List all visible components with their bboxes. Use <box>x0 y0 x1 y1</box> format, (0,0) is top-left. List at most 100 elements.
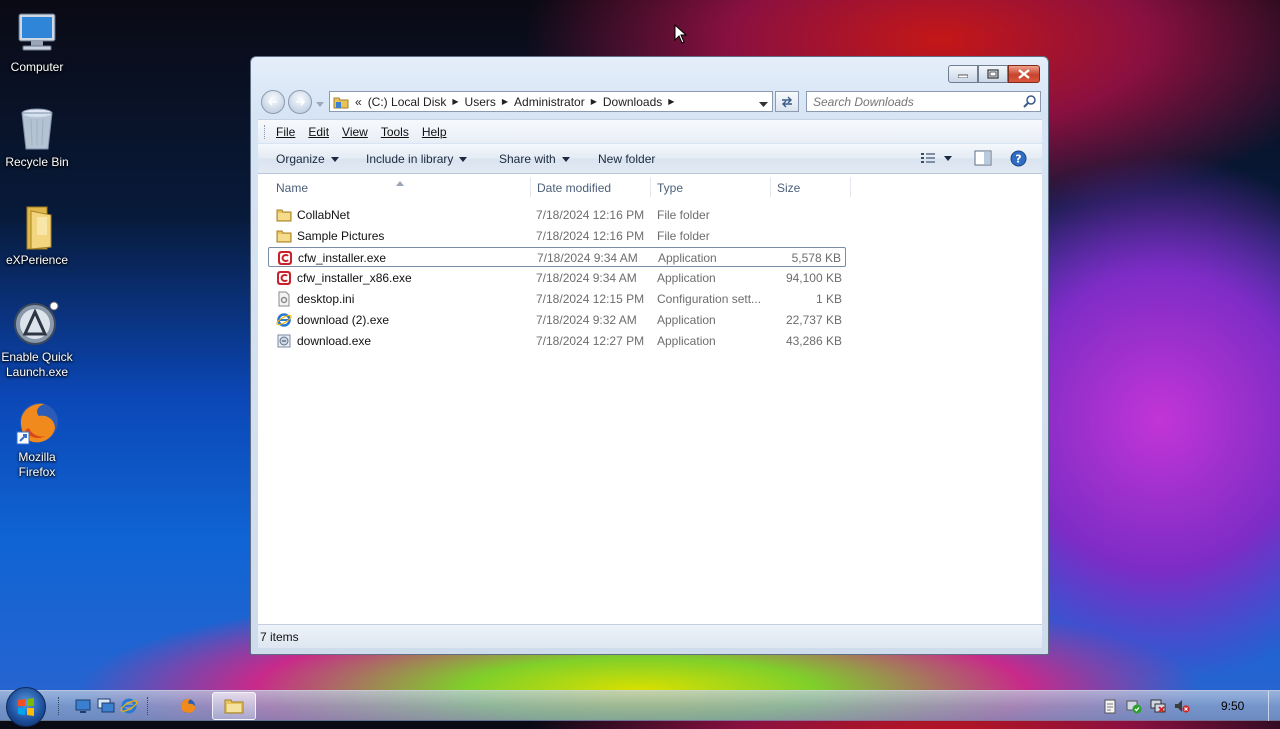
explorer-window[interactable]: « (C:) Local Disk ▶ Users ▶ Administrato… <box>250 56 1049 655</box>
column-header-type[interactable]: Type <box>657 181 683 195</box>
include-in-library-label: Include in library <box>366 152 454 166</box>
menu-bar: File Edit View Tools Help <box>258 119 1042 143</box>
organize-button[interactable]: Organize <box>276 152 339 166</box>
share-with-label: Share with <box>499 152 556 166</box>
file-date-modified: 7/18/2024 12:16 PM <box>536 229 645 243</box>
search-input[interactable] <box>813 93 1013 110</box>
help-icon: ? <box>1010 150 1027 167</box>
network-tray-icon[interactable] <box>1150 698 1166 714</box>
column-headers: Name Date modified Type Size <box>258 174 1042 200</box>
forward-button[interactable] <box>288 90 312 114</box>
desktop-icon-label: Firefox <box>18 465 56 479</box>
chevron-down-icon <box>459 156 468 162</box>
svg-text:?: ? <box>1015 153 1021 166</box>
file-size: 5,578 KB <box>791 251 841 265</box>
desktop-icon-enable-quick-launch[interactable]: Enable Quick Launch.exe <box>0 300 74 380</box>
show-desktop-icon[interactable] <box>74 697 92 715</box>
file-row[interactable]: download.exe 7/18/2024 12:27 PM Applicatio… <box>268 331 846 351</box>
breadcrumb-administrator[interactable]: Administrator <box>514 95 585 109</box>
preview-pane-button[interactable] <box>974 150 992 166</box>
back-button[interactable] <box>261 90 285 114</box>
chevron-down-icon <box>944 155 952 161</box>
breadcrumb-chevron-icon[interactable]: ▶ <box>452 97 458 106</box>
file-type: Application <box>657 334 716 348</box>
file-date-modified: 7/18/2024 12:27 PM <box>536 334 645 348</box>
breadcrumb-chevron-icon[interactable]: ▶ <box>591 97 597 106</box>
maximize-button[interactable] <box>978 65 1008 83</box>
menu-tools[interactable]: Tools <box>381 125 409 139</box>
help-button[interactable]: ? <box>1010 150 1027 167</box>
search-icon[interactable] <box>1023 95 1036 111</box>
file-size: 94,100 KB <box>785 271 842 285</box>
folder-icon <box>333 97 349 108</box>
address-history-dropdown[interactable] <box>759 97 768 111</box>
file-row[interactable]: cfw_installer.exe 7/18/2024 9:34 AM Applic… <box>268 247 846 267</box>
file-size: 43,286 KB <box>785 334 842 348</box>
recycle-bin-icon <box>13 105 61 153</box>
taskbar-clock[interactable]: 9:50 <box>1221 699 1244 713</box>
desktop-icon-computer[interactable]: Computer <box>0 10 74 75</box>
file-name: cfw_installer_x86.exe <box>297 271 412 285</box>
volume-muted-icon[interactable] <box>1174 698 1190 714</box>
details-view-icon <box>921 153 935 163</box>
breadcrumb-downloads[interactable]: Downloads <box>603 95 662 109</box>
file-row[interactable]: download (2).exe 7/18/2024 9:32 AM Applica… <box>268 310 846 330</box>
file-type: Application <box>657 313 716 327</box>
ie-app-icon <box>276 312 292 328</box>
internet-explorer-icon[interactable] <box>120 697 138 715</box>
breadcrumb-users[interactable]: Users <box>465 95 496 109</box>
minimize-button[interactable] <box>948 65 978 83</box>
file-list[interactable]: Name Date modified Type Size CollabNet 7/… <box>258 174 1042 624</box>
forward-arrow-icon <box>296 98 306 106</box>
file-row[interactable]: Sample Pictures 7/18/2024 12:16 PM File fo… <box>268 226 846 246</box>
search-box[interactable] <box>806 91 1041 112</box>
windows-logo-icon <box>18 698 34 716</box>
item-count: 7 items <box>260 630 299 644</box>
desktop-icon-label: Launch.exe <box>5 365 69 379</box>
address-overflow[interactable]: « <box>355 95 362 109</box>
menu-file[interactable]: File <box>276 125 295 139</box>
file-row[interactable]: cfw_installer_x86.exe 7/18/2024 9:34 AM Ap… <box>268 268 846 288</box>
folder-icon <box>276 207 292 223</box>
address-bar[interactable]: « (C:) Local Disk ▶ Users ▶ Administrato… <box>329 91 773 112</box>
column-header-name[interactable]: Name <box>276 181 308 195</box>
menu-edit[interactable]: Edit <box>308 125 329 139</box>
column-header-size[interactable]: Size <box>777 181 800 195</box>
start-button[interactable] <box>6 687 46 727</box>
desktop-icon-experience[interactable]: eXPerience <box>0 203 74 268</box>
refresh-icon <box>782 96 792 107</box>
breadcrumb-local-disk[interactable]: (C:) Local Disk <box>368 95 447 109</box>
setup-app-icon <box>276 333 292 349</box>
file-row[interactable]: desktop.ini 7/18/2024 12:15 PM Configurati… <box>268 289 846 309</box>
desktop-icon-label: Enable Quick <box>1 350 73 364</box>
computer-icon <box>13 10 61 58</box>
share-with-button[interactable]: Share with <box>499 152 570 166</box>
file-size: 22,737 KB <box>785 313 842 327</box>
security-tray-icon[interactable] <box>1126 698 1142 714</box>
menu-help[interactable]: Help <box>422 125 447 139</box>
new-folder-button[interactable]: New folder <box>598 152 655 166</box>
column-header-date-modified[interactable]: Date modified <box>537 181 611 195</box>
sort-ascending-icon <box>396 175 404 189</box>
breadcrumb-chevron-icon[interactable]: ▶ <box>502 97 508 106</box>
clipboard-tray-icon[interactable] <box>1102 698 1118 714</box>
show-desktop-button[interactable] <box>1268 691 1280 721</box>
firefox-taskbar-icon[interactable] <box>179 697 197 715</box>
close-button[interactable] <box>1008 65 1040 83</box>
change-view-button[interactable] <box>920 151 952 165</box>
refresh-button[interactable] <box>775 91 799 112</box>
include-in-library-button[interactable]: Include in library <box>366 152 468 166</box>
firefox-icon <box>13 400 61 448</box>
breadcrumb-chevron-icon[interactable]: ▶ <box>668 97 674 106</box>
file-row[interactable]: CollabNet 7/18/2024 12:16 PM File folder <box>268 205 846 225</box>
mouse-cursor-icon <box>674 23 688 47</box>
file-type: Application <box>657 271 716 285</box>
file-name: CollabNet <box>297 208 350 222</box>
desktop-icon-recycle-bin[interactable]: Recycle Bin <box>0 105 74 170</box>
recent-pages-dropdown[interactable] <box>316 97 324 111</box>
menu-view[interactable]: View <box>342 125 368 139</box>
desktop-icon-mozilla-firefox[interactable]: Mozilla Firefox <box>0 400 74 480</box>
switch-windows-icon[interactable] <box>97 697 115 715</box>
taskbar-explorer-button[interactable] <box>212 692 256 720</box>
folder-icon <box>276 228 292 244</box>
